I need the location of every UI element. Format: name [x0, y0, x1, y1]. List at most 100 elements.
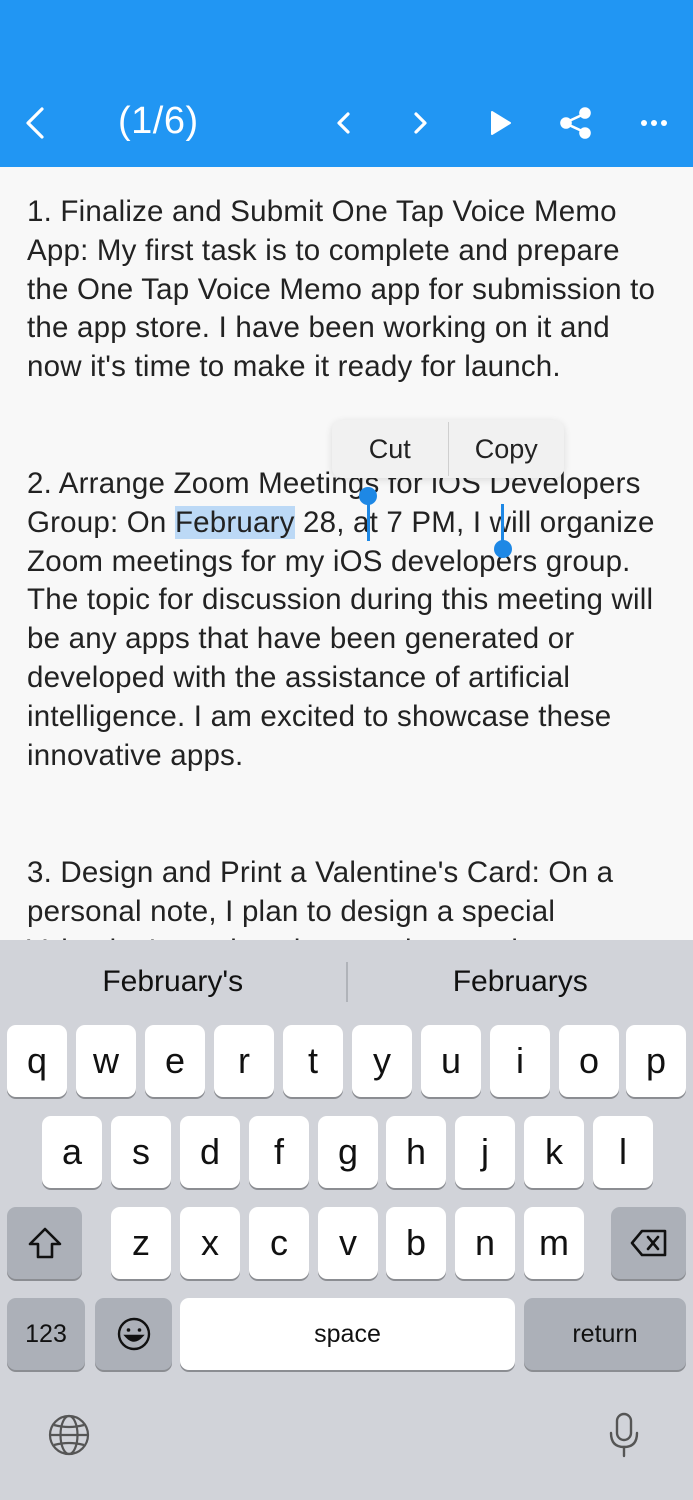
- key-label: a: [61, 1131, 83, 1172]
- numbers-key[interactable]: 123: [7, 1298, 85, 1370]
- key-k[interactable]: k: [524, 1116, 584, 1188]
- share-icon: [560, 107, 591, 139]
- previous-button[interactable]: [322, 96, 366, 150]
- key-label: i: [516, 1040, 524, 1081]
- shift-icon: [28, 1227, 61, 1259]
- delete-icon: [630, 1229, 666, 1257]
- back-button[interactable]: [12, 96, 60, 150]
- key-label: n: [474, 1222, 496, 1263]
- key-label: o: [578, 1040, 600, 1081]
- chevron-left-icon: [26, 107, 44, 139]
- copy-button[interactable]: Copy: [449, 420, 565, 478]
- key-label: g: [337, 1131, 359, 1172]
- paragraph-2: 2. Arrange Zoom Meetings for iOS Develop…: [27, 465, 667, 775]
- key-r[interactable]: r: [214, 1025, 274, 1097]
- emoji-key[interactable]: [95, 1298, 172, 1370]
- key-z[interactable]: z: [111, 1207, 171, 1279]
- app-bar: (1/6): [0, 0, 693, 167]
- key-y[interactable]: y: [352, 1025, 412, 1097]
- more-button[interactable]: [630, 96, 678, 150]
- key-a[interactable]: a: [42, 1116, 102, 1188]
- key-g[interactable]: g: [318, 1116, 378, 1188]
- chevron-right-icon: [414, 112, 427, 134]
- globe-icon: [48, 1414, 90, 1456]
- key-label: q: [26, 1040, 48, 1081]
- selected-text[interactable]: February: [174, 505, 295, 539]
- cut-button[interactable]: Cut: [332, 420, 448, 478]
- key-e[interactable]: e: [145, 1025, 205, 1097]
- key-label: w: [93, 1040, 119, 1081]
- key-label: l: [619, 1131, 627, 1172]
- key-label: y: [373, 1040, 391, 1081]
- key-m[interactable]: m: [524, 1207, 584, 1279]
- key-label: r: [238, 1040, 250, 1081]
- key-label: h: [405, 1131, 427, 1172]
- key-l[interactable]: l: [593, 1116, 653, 1188]
- chevron-left-icon: [337, 112, 350, 134]
- play-button[interactable]: [476, 96, 524, 150]
- space-key[interactable]: space: [180, 1298, 515, 1370]
- play-icon: [491, 111, 511, 135]
- key-label: f: [273, 1131, 284, 1172]
- key-label: c: [270, 1222, 288, 1263]
- key-w[interactable]: w: [76, 1025, 136, 1097]
- edit-context-menu: Cut Copy: [332, 420, 564, 478]
- key-o[interactable]: o: [559, 1025, 619, 1097]
- key-q[interactable]: q: [7, 1025, 67, 1097]
- key-t[interactable]: t: [283, 1025, 343, 1097]
- key-u[interactable]: u: [421, 1025, 481, 1097]
- suggestion-2[interactable]: Februarys: [348, 965, 693, 999]
- next-button[interactable]: [398, 96, 442, 150]
- key-i[interactable]: i: [490, 1025, 550, 1097]
- paragraph-3-text: 3. Design and Print a Valentine's Card: …: [27, 856, 614, 940]
- delete-key[interactable]: [611, 1207, 686, 1279]
- key-h[interactable]: h: [386, 1116, 446, 1188]
- note-text-editor[interactable]: 1. Finalize and Submit One Tap Voice Mem…: [0, 167, 693, 940]
- key-d[interactable]: d: [180, 1116, 240, 1188]
- microphone-icon: [609, 1412, 639, 1458]
- key-label: z: [132, 1222, 150, 1263]
- suggestion-bar: February's Februarys: [0, 940, 693, 1024]
- shift-key[interactable]: [7, 1207, 82, 1279]
- key-label: u: [440, 1040, 462, 1081]
- key-j[interactable]: j: [455, 1116, 515, 1188]
- key-label: s: [132, 1131, 150, 1172]
- key-label: return: [572, 1319, 638, 1348]
- key-label: k: [545, 1131, 563, 1172]
- key-f[interactable]: f: [249, 1116, 309, 1188]
- key-s[interactable]: s: [111, 1116, 171, 1188]
- key-label: space: [314, 1319, 381, 1348]
- key-label: v: [339, 1222, 357, 1263]
- key-c[interactable]: c: [249, 1207, 309, 1279]
- key-label: t: [307, 1040, 318, 1081]
- key-label: e: [164, 1040, 186, 1081]
- selection-start-handle[interactable]: [359, 487, 377, 505]
- emoji-icon: [117, 1317, 150, 1351]
- key-label: m: [539, 1222, 569, 1263]
- keyboard: February's Februarys q w e r t y u i o p…: [0, 940, 693, 1500]
- paragraph-1: 1. Finalize and Submit One Tap Voice Mem…: [27, 193, 667, 387]
- key-n[interactable]: n: [455, 1207, 515, 1279]
- page-counter: (1/6): [118, 100, 199, 142]
- share-button[interactable]: [552, 96, 600, 150]
- selection-end-handle[interactable]: [494, 540, 512, 558]
- dictation-button[interactable]: [600, 1408, 648, 1462]
- selection-start-bar: [367, 499, 370, 541]
- key-label: j: [481, 1131, 489, 1172]
- globe-button[interactable]: [44, 1410, 94, 1460]
- paragraph-1-text: 1. Finalize and Submit One Tap Voice Mem…: [27, 195, 656, 384]
- suggestion-1[interactable]: February's: [0, 965, 346, 999]
- key-p[interactable]: p: [626, 1025, 686, 1097]
- key-v[interactable]: v: [318, 1207, 378, 1279]
- return-key[interactable]: return: [524, 1298, 686, 1370]
- key-label: x: [201, 1222, 219, 1263]
- paragraph-2-text-after: 28, at 7 PM, I will organize Zoom meetin…: [27, 505, 655, 772]
- paragraph-3: 3. Design and Print a Valentine's Card: …: [27, 854, 667, 940]
- key-label: d: [199, 1131, 221, 1172]
- more-horizontal-icon: [641, 120, 667, 126]
- key-b[interactable]: b: [386, 1207, 446, 1279]
- key-label: p: [645, 1040, 667, 1081]
- key-label: 123: [25, 1319, 67, 1348]
- key-label: b: [405, 1222, 427, 1263]
- key-x[interactable]: x: [180, 1207, 240, 1279]
